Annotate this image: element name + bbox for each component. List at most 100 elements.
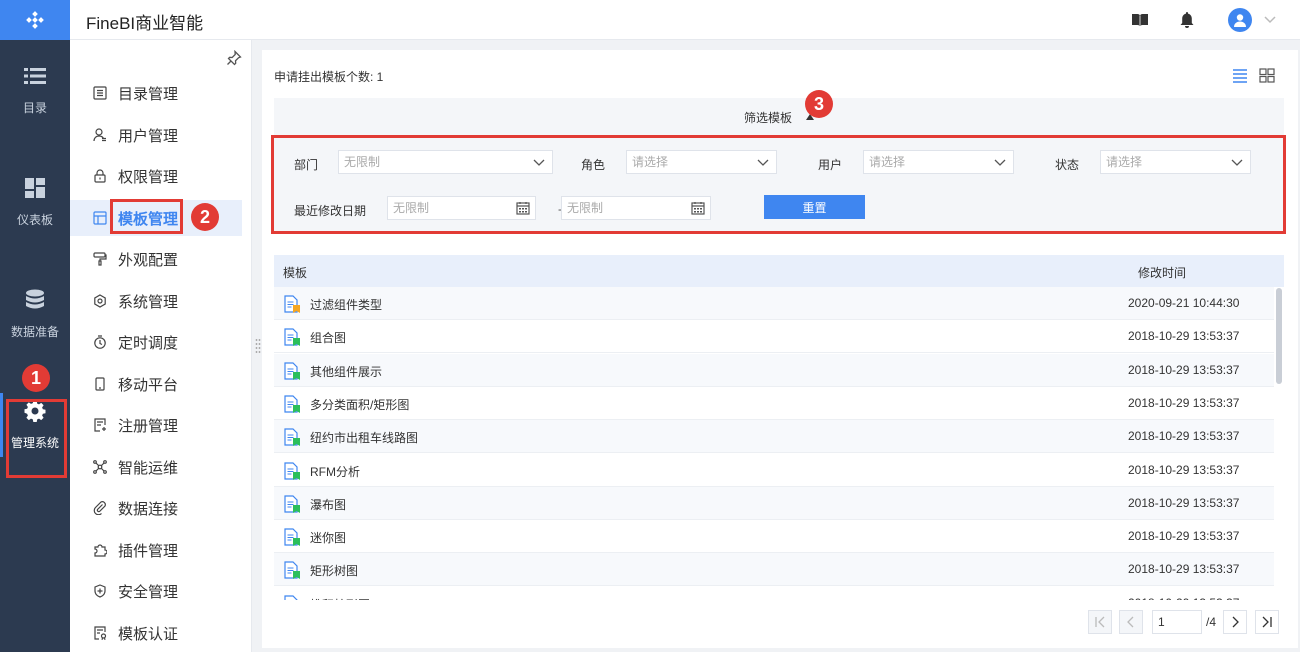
next-page-button[interactable] [1223, 610, 1247, 634]
subnav-item-system[interactable]: 系统管理 [70, 283, 242, 319]
template-name: 其他组件展示 [310, 364, 383, 379]
rail-item-label: 仪表板 [16, 212, 53, 227]
modified-time: 2018-10-29 13:53:37 [1128, 462, 1240, 477]
template-file-icon [283, 595, 301, 600]
paint-roller-icon [92, 251, 108, 267]
catalog-icon [92, 85, 108, 101]
template-file-icon [283, 328, 301, 347]
help-book-icon[interactable] [1130, 10, 1150, 30]
modified-time: 2018-10-29 13:53:37 [1128, 329, 1240, 344]
rail-item-dashboard[interactable]: 仪表板 [0, 152, 70, 252]
subnav-item-label: 移动平台 [118, 376, 179, 394]
rail-item-catalog[interactable]: 目录 [0, 40, 70, 140]
app-title: FineBI商业智能 [86, 14, 204, 33]
table-row[interactable]: 瀑布图 2018-10-29 13:53:37 [274, 486, 1274, 520]
logo[interactable] [0, 0, 70, 40]
admin-subnav: 目录管理 用户管理 权限管理 模板管理 外观配置 系统管理 定时调度 移动平台 … [70, 40, 252, 652]
timer-icon [92, 334, 108, 350]
user-avatar-icon [1234, 14, 1246, 27]
template-file-icon [283, 428, 301, 447]
subnav-item-certification[interactable]: 模板认证 [70, 615, 242, 651]
drag-handle-icon[interactable] [255, 338, 261, 354]
table-row[interactable]: 过滤组件类型 2020-09-21 10:44:30 [274, 287, 1274, 320]
rail-item-label: 目录 [22, 100, 47, 115]
scroll-thumb[interactable] [1276, 288, 1282, 384]
top-header: FineBI商业智能 [70, 0, 1300, 40]
user-icon [92, 127, 108, 143]
filter-toggle[interactable]: 筛选模板 [274, 98, 1284, 136]
subnav-item-label: 安全管理 [118, 583, 179, 601]
table-row[interactable]: 堆积柱形图 2018-10-29 13:53:37 [274, 587, 1274, 600]
template-file-icon [283, 461, 301, 480]
last-page-button[interactable] [1255, 610, 1279, 634]
subnav-item-plugins[interactable]: 插件管理 [70, 532, 242, 568]
subnav-item-label: 系统管理 [118, 293, 179, 311]
shield-icon [92, 583, 108, 599]
table-row[interactable]: 多分类面积/矩形图 2018-10-29 13:53:37 [274, 387, 1274, 420]
subnav-item-label: 模板认证 [118, 625, 179, 643]
col-header-template[interactable]: 模板 [283, 264, 307, 281]
register-icon [92, 417, 108, 433]
subnav-item-label: 插件管理 [118, 542, 179, 560]
filter-toggle-label: 筛选模板 [743, 110, 792, 125]
bell-icon[interactable] [1177, 10, 1197, 30]
first-page-icon [1095, 616, 1105, 628]
subnav-item-scheduler[interactable]: 定时调度 [70, 324, 242, 360]
subnav-item-mobile[interactable]: 移动平台 [70, 366, 242, 402]
template-file-icon [283, 395, 301, 413]
pin-icon[interactable] [226, 49, 242, 66]
template-name: RFM分析 [310, 464, 360, 479]
lock-icon [92, 168, 108, 184]
chevron-left-icon [1127, 616, 1134, 628]
subnav-item-permissions[interactable]: 权限管理 [70, 158, 242, 194]
subnav-item-security[interactable]: 安全管理 [70, 573, 242, 609]
first-page-button[interactable] [1088, 610, 1112, 634]
subnav-item-catalog[interactable]: 目录管理 [70, 75, 242, 111]
template-table-body: 过滤组件类型 2020-09-21 10:44:30 组合图 2018-10-29 1… [274, 287, 1274, 600]
callout-2: 2 [191, 203, 219, 231]
subnav-item-users[interactable]: 用户管理 [70, 117, 242, 153]
subnav-item-label: 目录管理 [118, 85, 179, 103]
modified-time: 2018-10-29 13:53:37 [1128, 529, 1240, 544]
grid-view-icon[interactable] [1258, 66, 1276, 84]
table-row[interactable]: 纽约市出租车线路图 2018-10-29 13:53:37 [274, 420, 1274, 454]
col-header-modified-time[interactable]: 修改时间 [1138, 264, 1186, 281]
pending-template-count: 申请挂出模板个数: 1 [274, 70, 384, 84]
template-name: 堆积柱形图 [310, 596, 370, 600]
modified-time: 2018-10-29 13:53:37 [1128, 562, 1240, 577]
mobile-icon [92, 376, 108, 392]
subnav-item-label: 数据连接 [118, 500, 179, 518]
list-icon [24, 65, 46, 87]
rail-item-data-prep[interactable]: 数据准备 [0, 264, 70, 364]
template-name: 矩形树图 [310, 564, 359, 579]
table-row[interactable]: 其他组件展示 2018-10-29 13:53:37 [274, 353, 1274, 387]
table-row[interactable]: 组合图 2018-10-29 13:53:37 [274, 320, 1274, 354]
chevron-down-icon[interactable] [1258, 8, 1282, 32]
subnav-item-appearance[interactable]: 外观配置 [70, 241, 242, 277]
subnav-item-ops[interactable]: 智能运维 [70, 449, 242, 485]
subnav-item-registration[interactable]: 注册管理 [70, 407, 242, 443]
certificate-icon [92, 625, 108, 641]
template-name: 多分类面积/矩形图 [310, 397, 410, 412]
last-page-icon [1262, 616, 1272, 628]
subnav-item-label: 外观配置 [118, 251, 179, 269]
callout-3: 3 [805, 90, 833, 118]
subnav-item-label: 智能运维 [118, 459, 179, 477]
template-name: 瀑布图 [310, 497, 347, 512]
annotation-box-template-mgmt [110, 199, 183, 234]
page-number-input[interactable] [1152, 610, 1202, 634]
table-row[interactable]: 迷你图 2018-10-29 13:53:37 [274, 520, 1274, 554]
table-scrollbar[interactable] [1275, 287, 1283, 600]
subnav-item-label: 注册管理 [118, 417, 179, 435]
table-row[interactable]: RFM分析 2018-10-29 13:53:37 [274, 454, 1274, 487]
template-name: 迷你图 [310, 531, 347, 546]
template-name: 纽约市出租车线路图 [310, 431, 419, 446]
avatar[interactable] [1228, 8, 1252, 32]
prev-page-button[interactable] [1119, 610, 1143, 634]
list-view-icon[interactable] [1231, 66, 1249, 84]
table-header: 模板 修改时间 [274, 255, 1284, 287]
subnav-item-data-connection[interactable]: 数据连接 [70, 490, 242, 526]
chevron-right-icon [1232, 616, 1239, 628]
modified-time: 2020-09-21 10:44:30 [1128, 296, 1240, 310]
table-row[interactable]: 矩形树图 2018-10-29 13:53:37 [274, 553, 1274, 587]
